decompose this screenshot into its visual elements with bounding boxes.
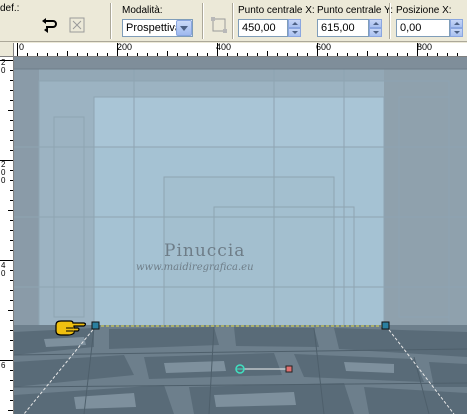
reset-icon[interactable] — [66, 14, 88, 36]
mode-value: Prospettiva — [126, 22, 182, 34]
ruler-label: 2 0 0 — [1, 160, 6, 185]
ruler-label: 4 0 — [1, 261, 6, 278]
horizontal-ruler: 0 200 400 600 800 — [14, 43, 467, 57]
ruler-corner — [0, 43, 14, 57]
rotate-icon[interactable] — [38, 14, 60, 36]
center-y-label: Punto centrale Y: — [317, 5, 393, 16]
ruler-label: 200 — [117, 43, 133, 52]
center-y-spinner[interactable] — [369, 19, 382, 37]
center-x-spinner[interactable] — [288, 19, 301, 37]
ruler-label: 400 — [216, 43, 232, 52]
ruler-label: 2 0 — [1, 58, 6, 75]
position-x-input[interactable]: 0,00 — [396, 19, 450, 37]
toolbar-separator — [389, 3, 391, 39]
vertical-ruler: 2 0 2 0 0 4 0 6 — [0, 57, 14, 414]
grid-icon[interactable] — [208, 14, 230, 36]
chevron-down-icon[interactable] — [176, 20, 192, 36]
center-x-input[interactable]: 450,00 — [238, 19, 288, 37]
toolbar-separator — [232, 3, 234, 39]
toolbar-separator — [202, 3, 204, 39]
ruler-label: 800 — [417, 43, 433, 52]
ruler-label: 6 — [1, 361, 6, 370]
toolbar-separator — [110, 3, 112, 39]
toolbar: def.: Modalità: Prospettiva Punto centra… — [0, 0, 467, 42]
position-x-spinner[interactable] — [450, 19, 463, 37]
watermark-title: Pinuccia — [164, 241, 246, 261]
canvas-artwork — [14, 57, 467, 414]
watermark-url: www.maidiregrafica.eu — [136, 262, 254, 273]
center-x-label: Punto centrale X: — [238, 5, 315, 16]
image-canvas[interactable]: Pinuccia www.maidiregrafica.eu — [14, 57, 467, 414]
ruler-label: 0 — [19, 43, 25, 52]
mode-label: Modalità: — [122, 5, 163, 16]
position-x-label: Posizione X: — [396, 5, 452, 16]
center-y-input[interactable]: 615,00 — [317, 19, 369, 37]
pointer-hand-icon — [55, 320, 87, 336]
ruler-label: 600 — [316, 43, 332, 52]
preset-label: def.: — [0, 3, 20, 14]
